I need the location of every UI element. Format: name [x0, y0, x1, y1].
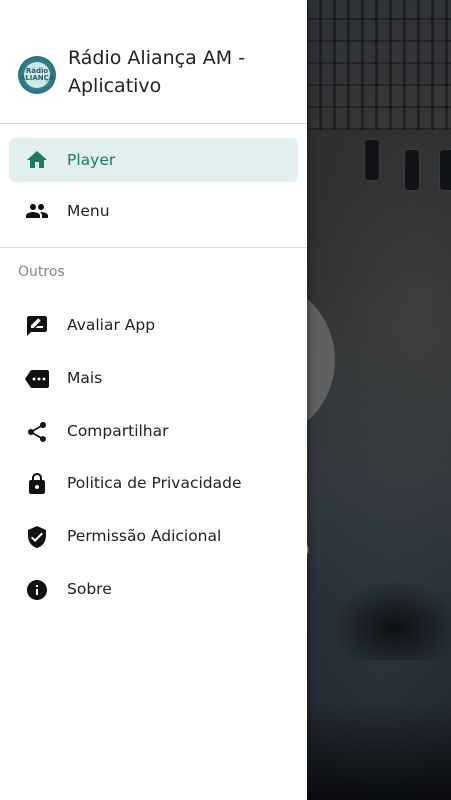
raised-hand-silhouette [330, 580, 451, 660]
crowd-silhouette [305, 700, 451, 800]
menu-item-sobre[interactable]: Sobre [0, 568, 307, 612]
nav-item-label: Player [67, 151, 116, 169]
people-icon [26, 204, 48, 218]
lock-icon [29, 473, 45, 494]
menu-item-avaliar-app[interactable]: Avaliar App [0, 304, 307, 348]
menu-item-mais[interactable]: Mais [0, 357, 307, 401]
nav-item-label: Menu [67, 202, 110, 220]
home-icon [27, 151, 47, 168]
logo-text: Rádio ALIANÇA [20, 62, 54, 88]
share-icon [28, 422, 46, 442]
more-apps-icon [25, 370, 49, 388]
menu-item-label: Sobre [67, 580, 112, 598]
drawer-header: Rádio ALIANÇA Rádio Aliança AM - Aplicat… [0, 0, 307, 124]
menu-item-label: Permissão Adicional [67, 527, 222, 545]
info-icon [27, 580, 47, 600]
menu-item-label: Mais [67, 369, 103, 387]
app-logo: Rádio ALIANÇA [18, 56, 56, 94]
navigation-drawer: Rádio ALIANÇA Rádio Aliança AM - Aplicat… [0, 0, 307, 800]
menu-item-compartilhar[interactable]: Compartilhar [0, 410, 307, 454]
menu-item-label: Avaliar App [67, 316, 156, 334]
section-title-outros: Outros [18, 264, 65, 280]
menu-item-label: Politica de Privacidade [67, 474, 242, 492]
nav-item-menu[interactable]: Menu [9, 189, 298, 233]
menu-item-politica-privacidade[interactable]: Politica de Privacidade [0, 462, 307, 506]
shield-check-icon [28, 526, 46, 548]
app-title: Rádio Aliança AM - Aplicativo [68, 47, 246, 97]
stage-truss [305, 0, 451, 130]
menu-item-label: Compartilhar [67, 422, 169, 440]
menu-item-permissao-adicional[interactable]: Permissão Adicional [0, 515, 307, 559]
rate-review-icon [27, 316, 47, 336]
nav-item-player[interactable]: Player [9, 138, 298, 182]
drawer-divider [0, 247, 307, 248]
